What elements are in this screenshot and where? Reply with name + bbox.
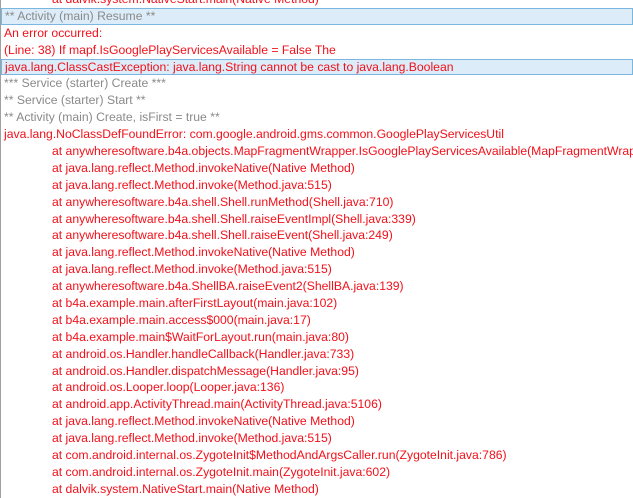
info-log-line[interactable]: ** Activity (main) Create, isFirst = tru… <box>1 109 633 126</box>
log-panel[interactable]: at dalvik.system.NativeStart.main(Native… <box>0 0 633 498</box>
stack-trace-line[interactable]: at com.android.internal.os.ZygoteInit$Me… <box>1 447 633 464</box>
info-log-line[interactable]: ** Service (starter) Start ** <box>1 92 633 109</box>
stack-trace-line[interactable]: at com.android.internal.os.ZygoteInit.ma… <box>1 464 633 481</box>
stack-trace-line[interactable]: at android.app.ActivityThread.main(Activ… <box>1 396 633 413</box>
stack-trace-line[interactable]: at anywheresoftware.b4a.objects.MapFragm… <box>1 143 633 160</box>
stack-trace-line[interactable]: at b4a.example.main.afterFirstLayout(mai… <box>1 295 633 312</box>
stack-trace-line[interactable]: at anywheresoftware.b4a.shell.Shell.rais… <box>1 211 633 228</box>
stack-trace-line[interactable]: at java.lang.reflect.Method.invoke(Metho… <box>1 261 633 278</box>
stack-trace-line[interactable]: at anywheresoftware.b4a.shell.Shell.rais… <box>1 227 633 244</box>
stack-trace-line[interactable]: at android.os.Handler.handleCallback(Han… <box>1 346 633 363</box>
stack-trace-line[interactable]: at b4a.example.main$WaitForLayout.run(ma… <box>1 329 633 346</box>
stack-trace-line[interactable]: at b4a.example.main.access$000(main.java… <box>1 312 633 329</box>
stack-trace-line[interactable]: at dalvik.system.NativeStart.main(Native… <box>1 0 633 8</box>
stack-trace-line[interactable]: at android.os.Handler.dispatchMessage(Ha… <box>1 363 633 380</box>
info-log-line[interactable]: ** Activity (main) Resume ** <box>1 7 633 25</box>
stack-trace-line[interactable]: at anywheresoftware.b4a.shell.Shell.runM… <box>1 194 633 211</box>
info-log-line[interactable]: *** Service (starter) Create *** <box>1 75 633 92</box>
stack-trace-line[interactable]: at java.lang.reflect.Method.invoke(Metho… <box>1 430 633 447</box>
stack-trace-line[interactable]: at java.lang.reflect.Method.invokeNative… <box>1 244 633 261</box>
stack-trace-line[interactable]: at java.lang.reflect.Method.invokeNative… <box>1 160 633 177</box>
stack-trace-line[interactable]: at android.os.Looper.loop(Looper.java:13… <box>1 379 633 396</box>
error-log-line[interactable]: java.lang.ClassCastException: java.lang.… <box>1 58 633 76</box>
stack-trace-line[interactable]: at dalvik.system.NativeStart.main(Native… <box>1 481 633 498</box>
stack-trace-line[interactable]: at anywheresoftware.b4a.ShellBA.raiseEve… <box>1 278 633 295</box>
error-log-line[interactable]: java.lang.NoClassDefFoundError: com.goog… <box>1 126 633 143</box>
error-log-line[interactable]: (Line: 38) If mapf.IsGooglePlayServicesA… <box>1 42 633 59</box>
error-log-line[interactable]: An error occurred: <box>1 25 633 42</box>
stack-trace-line[interactable]: at java.lang.reflect.Method.invokeNative… <box>1 413 633 430</box>
stack-trace-line[interactable]: at java.lang.reflect.Method.invoke(Metho… <box>1 177 633 194</box>
